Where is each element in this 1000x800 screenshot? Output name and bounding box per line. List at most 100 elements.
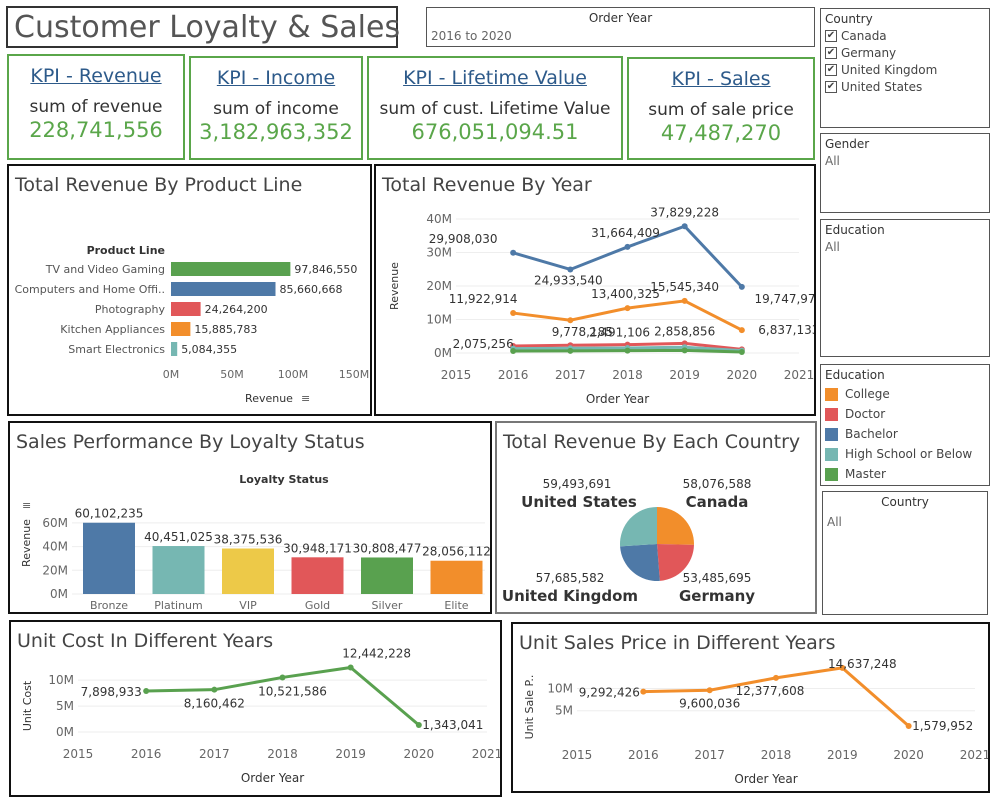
revenue-by-year-chart[interactable]: 0M 10M 20M 30M 40M 2015 2016 2017 2018 2019 2020 20… [376, 166, 814, 414]
data-point[interactable] [640, 688, 647, 695]
data-point[interactable] [706, 687, 713, 694]
bar[interactable] [222, 548, 274, 594]
checkbox-checked-icon[interactable]: ✔ [825, 80, 837, 93]
y-tick-label: 40M [42, 540, 68, 554]
kpi-income-heading[interactable]: KPI - Income [191, 67, 361, 89]
data-label: 9,292,426 [579, 686, 640, 700]
data-point[interactable] [738, 348, 745, 355]
order-year-filter-value[interactable]: 2016 to 2020 [431, 29, 810, 43]
bar-value-label: 38,375,536 [214, 532, 283, 546]
data-point[interactable] [347, 664, 354, 671]
checkbox-checked-icon[interactable]: ✔ [825, 46, 837, 59]
data-point[interactable] [279, 674, 286, 681]
bar[interactable] [361, 557, 413, 594]
kpi-revenue-heading[interactable]: KPI - Revenue [9, 65, 183, 87]
kpi-income-card: KPI - Income sum of income 3,182,963,352 [189, 56, 363, 160]
data-point[interactable] [738, 283, 745, 290]
category-label: Platinum [154, 599, 202, 612]
sort-icon[interactable]: ≡ [22, 499, 31, 512]
data-point[interactable] [624, 347, 631, 354]
country-option-united-kingdom[interactable]: ✔ United Kingdom [825, 61, 985, 78]
product-line-panel: Total Revenue By Product Line Product Li… [7, 164, 372, 416]
education-filter-label: Education [825, 223, 885, 237]
data-point[interactable] [624, 305, 631, 312]
bar[interactable] [171, 262, 291, 276]
data-point[interactable] [510, 249, 517, 256]
unit-cost-chart[interactable]: 0M 5M 10M 2015 2016 2017 2018 2019 2020 2021 Order… [11, 622, 500, 795]
y-axis-label: Revenue [20, 519, 33, 567]
order-year-filter[interactable]: Order Year 2016 to 2020 [426, 7, 815, 47]
product-line-chart[interactable]: Product Line TV and Video Gaming 97,846,55… [9, 166, 370, 414]
data-point[interactable] [738, 327, 745, 334]
unit-price-panel: Unit Sales Price in Different Years 5M 10… [511, 622, 990, 793]
loyalty-chart[interactable]: Loyalty Status 0M 20M 40M 60M Revenue ≡ 60,102,… [10, 423, 490, 612]
dashboard-title: Customer Loyalty & Sales [6, 6, 400, 48]
country-filter-secondary-value[interactable]: All [827, 515, 983, 529]
data-point[interactable] [143, 688, 150, 695]
y-tick-label: 5M [56, 699, 74, 713]
y-tick-label: 5M [555, 704, 573, 718]
pie-slice-united-kingdom[interactable] [620, 544, 660, 581]
legend-item-master[interactable]: Master [825, 464, 985, 484]
bar[interactable] [171, 282, 276, 296]
pie-slice-canada[interactable] [657, 507, 694, 545]
data-label: 12,442,228 [342, 646, 411, 660]
education-filter[interactable]: Education All [820, 219, 990, 357]
bar[interactable] [430, 560, 483, 594]
bar[interactable] [152, 546, 205, 594]
slice-name-label: Canada [686, 493, 749, 511]
country-filter[interactable]: Country ✔ Canada ✔ Germany ✔ United Kingdom ✔ U… [820, 8, 990, 128]
data-point[interactable] [624, 243, 631, 250]
data-point[interactable] [905, 722, 912, 729]
legend-item-bachelor[interactable]: Bachelor [825, 424, 985, 444]
bar-value-label: 28,056,112 [422, 545, 490, 559]
x-tick-label: 2019 [827, 748, 858, 762]
y-tick-label: 10M [426, 313, 452, 327]
bar[interactable] [291, 557, 344, 594]
bar[interactable] [171, 322, 191, 336]
data-point[interactable] [773, 674, 779, 681]
data-point[interactable] [567, 266, 574, 273]
data-point[interactable] [681, 297, 688, 304]
education-filter-value[interactable]: All [825, 240, 985, 254]
checkbox-checked-icon[interactable]: ✔ [825, 29, 837, 42]
country-option-canada[interactable]: ✔ Canada [825, 27, 985, 44]
gender-filter[interactable]: Gender All [820, 133, 990, 213]
country-option-germany[interactable]: ✔ Germany [825, 44, 985, 61]
data-label: 19,747,979 [754, 292, 814, 306]
data-point[interactable] [567, 347, 574, 354]
y-tick-label: 40M [426, 212, 452, 226]
checkbox-checked-icon[interactable]: ✔ [825, 63, 837, 76]
bar[interactable] [171, 302, 201, 316]
data-point[interactable] [567, 317, 574, 324]
legend-item-doctor[interactable]: Doctor [825, 404, 985, 424]
country-filter-label: Country [825, 12, 873, 26]
bar-value-label: 60,102,235 [75, 507, 144, 521]
data-label: 12,377,608 [736, 684, 805, 698]
x-axis-label: Order Year [241, 771, 304, 785]
data-point[interactable] [681, 347, 688, 354]
kpi-lifetime-value-heading[interactable]: KPI - Lifetime Value [369, 67, 621, 89]
bar[interactable] [171, 342, 178, 356]
legend-item-high-school-or-below[interactable]: High School or Below [825, 444, 985, 464]
country-filter-secondary[interactable]: Country All [822, 491, 988, 615]
data-point[interactable] [510, 347, 517, 354]
slice-name-label: United Kingdom [502, 587, 638, 605]
country-pie-panel: Total Revenue By Each Country 58,076,588… [495, 421, 817, 614]
kpi-sales-heading[interactable]: KPI - Sales [629, 68, 813, 90]
pie-slice-united-states[interactable] [620, 507, 657, 547]
country-option-united-states[interactable]: ✔ United States [825, 78, 985, 95]
bar[interactable] [83, 522, 135, 594]
education-legend-title: Education [825, 368, 885, 382]
sort-icon[interactable]: ≡ [301, 392, 310, 405]
unit-price-chart[interactable]: 5M 10M 2015 2016 2017 2018 2019 2020 2021 Order Y… [513, 624, 988, 791]
category-label: Elite [444, 599, 468, 612]
data-point[interactable] [681, 223, 688, 230]
data-point[interactable] [415, 722, 422, 729]
data-point[interactable] [211, 686, 218, 693]
gender-filter-value[interactable]: All [825, 154, 985, 168]
data-point[interactable] [510, 310, 517, 317]
country-pie-chart[interactable]: 58,076,588 Canada 53,485,695 Germany 57,685,… [497, 423, 815, 612]
legend-item-college[interactable]: College [825, 384, 985, 404]
bar-value-label: 85,660,668 [280, 283, 343, 296]
